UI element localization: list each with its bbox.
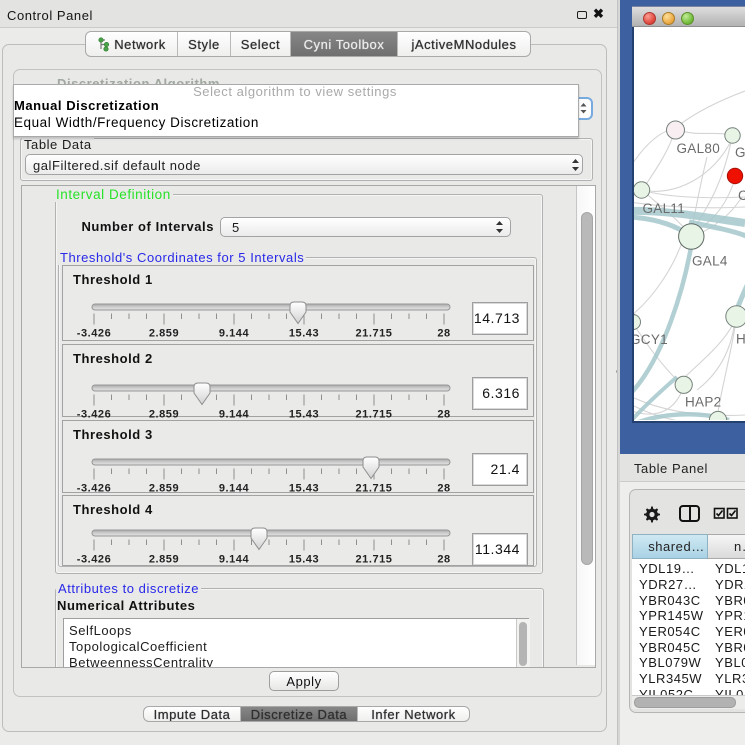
svg-text:28: 28 — [437, 328, 450, 340]
svg-text:-3.426: -3.426 — [77, 483, 112, 495]
svg-text:9.144: 9.144 — [219, 483, 250, 495]
svg-text:H: H — [736, 332, 745, 347]
svg-text:GAL11: GAL11 — [643, 201, 686, 216]
svg-text:9.144: 9.144 — [219, 554, 250, 566]
svg-text:-3.426: -3.426 — [77, 328, 112, 340]
svg-text:-3.426: -3.426 — [77, 554, 112, 566]
svg-text:-3.426: -3.426 — [77, 409, 112, 421]
svg-text:15.43: 15.43 — [289, 483, 319, 495]
svg-text:2.859: 2.859 — [149, 409, 179, 421]
svg-text:2.859: 2.859 — [149, 554, 179, 566]
svg-text:21.715: 21.715 — [356, 483, 393, 495]
svg-text:GCY1: GCY1 — [634, 332, 668, 347]
svg-text:GAL4: GAL4 — [692, 254, 728, 269]
svg-text:GAL80: GAL80 — [677, 141, 721, 156]
svg-text:2.859: 2.859 — [149, 483, 179, 495]
svg-text:15.43: 15.43 — [289, 328, 319, 340]
svg-text:21.715: 21.715 — [356, 328, 393, 340]
svg-text:21.715: 21.715 — [356, 554, 393, 566]
svg-text:15.43: 15.43 — [289, 554, 319, 566]
svg-text:15.43: 15.43 — [289, 409, 319, 421]
svg-text:28: 28 — [437, 409, 450, 421]
svg-text:21.715: 21.715 — [356, 409, 393, 421]
svg-text:28: 28 — [437, 483, 450, 495]
svg-text:9.144: 9.144 — [219, 409, 250, 421]
svg-text:9.144: 9.144 — [219, 328, 250, 340]
svg-text:G.: G. — [735, 145, 745, 160]
svg-text:28: 28 — [437, 554, 450, 566]
svg-text:HAP2: HAP2 — [685, 395, 721, 410]
svg-text:C: C — [738, 188, 745, 203]
svg-text:2.859: 2.859 — [149, 328, 179, 340]
